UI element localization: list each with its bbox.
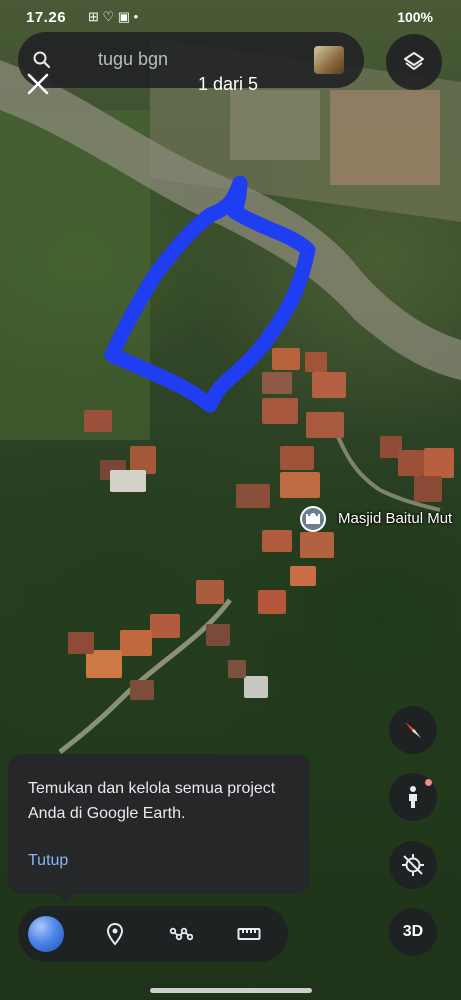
tooltip-arrow — [56, 892, 76, 902]
status-bar: 17.26 ⊞ ♡ ▣ • 100% — [0, 0, 461, 30]
layers-icon — [404, 52, 424, 70]
3d-toggle-button[interactable]: 3D — [389, 908, 437, 956]
search-input[interactable]: tugu bgn — [98, 49, 168, 70]
tooltip-message: Temukan dan kelola semua project Anda di… — [28, 780, 276, 822]
projects-tooltip: Temukan dan kelola semua project Anda di… — [8, 754, 310, 902]
notification-icons: ⊞ ♡ ▣ • — [88, 9, 139, 24]
ruler-icon[interactable] — [237, 922, 261, 946]
layers-button[interactable] — [386, 34, 442, 90]
compass-button[interactable] — [389, 706, 437, 754]
mosque-icon — [302, 508, 324, 530]
search-icon[interactable] — [32, 50, 52, 70]
home-indicator[interactable] — [150, 988, 312, 993]
my-location-button[interactable] — [389, 841, 437, 889]
poi-label[interactable]: Masjid Baitul Mut — [338, 510, 452, 527]
mosque-poi-marker[interactable] — [300, 506, 326, 532]
compass-icon — [405, 722, 421, 738]
globe-icon[interactable] — [28, 916, 64, 952]
street-view-button[interactable] — [389, 773, 437, 821]
notification-dot — [425, 779, 432, 786]
status-time: 17.26 — [26, 9, 67, 26]
close-icon[interactable] — [26, 72, 50, 96]
location-off-icon — [402, 854, 424, 876]
search-bar[interactable]: tugu bgn — [18, 32, 364, 88]
pegman-icon — [409, 786, 417, 808]
result-counter: 1 dari 5 — [198, 74, 259, 94]
path-icon[interactable] — [169, 922, 193, 946]
tooltip-dismiss-button[interactable]: Tutup — [28, 852, 68, 870]
battery-level: 100% — [397, 9, 433, 25]
result-thumbnail[interactable] — [314, 46, 344, 74]
bottom-toolbar — [18, 906, 288, 962]
pin-icon[interactable] — [103, 922, 127, 946]
